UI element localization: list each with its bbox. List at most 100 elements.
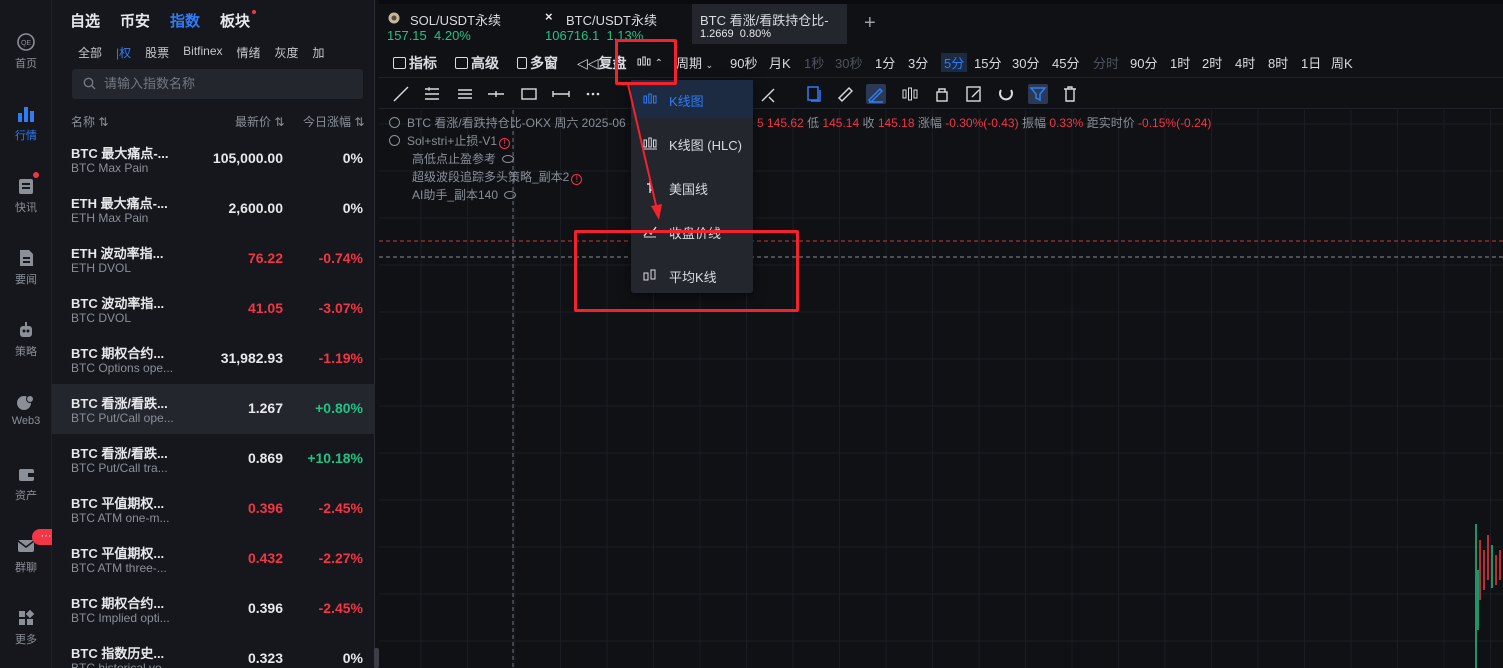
period-button[interactable]: 周期 ⌄	[676, 53, 713, 72]
trend-line-icon[interactable]	[391, 84, 411, 104]
subtab-sentiment[interactable]: 情绪	[237, 44, 261, 61]
sol-coin-icon	[388, 12, 400, 24]
subtab-bitfinex[interactable]: Bitfinex	[183, 44, 222, 61]
interval-button[interactable]: 1日	[1301, 53, 1321, 72]
nav-strategy[interactable]: 策略	[0, 320, 52, 359]
market-row[interactable]: BTC 看涨/看跌... BTC Put/Call ope... 1.267 +0.8…	[52, 384, 375, 434]
chart-tab-btc-putcall[interactable]: BTC 看涨/看跌持仓比- 1.2669 0.80%	[692, 4, 847, 44]
row-subtitle: BTC ATM three-...	[71, 561, 167, 575]
subtab-more[interactable]: 加	[313, 44, 325, 61]
market-row[interactable]: ETH 波动率指... ETH DVOL 76.22 -0.74%	[52, 234, 375, 284]
market-row[interactable]: BTC 平值期权... BTC ATM one-m... 0.396 -2.45%	[52, 484, 375, 534]
col-price-header[interactable]: 最新价 ⇅	[235, 113, 284, 130]
channel-icon[interactable]	[455, 84, 475, 104]
parallel-lines-icon[interactable]	[422, 84, 442, 104]
row-name: BTC 看涨/看跌...	[71, 446, 168, 461]
candle-settings-icon[interactable]	[900, 84, 920, 104]
subtab-options[interactable]: |权	[116, 44, 131, 61]
subtab-all[interactable]: 全部	[78, 44, 102, 61]
market-row[interactable]: BTC 期权合约... BTC Implied opti... 0.396 -2.45…	[52, 584, 375, 634]
interval-button[interactable]: 8时	[1268, 53, 1288, 72]
interval-button[interactable]: 1分	[875, 53, 895, 72]
interval-button[interactable]: 30秒	[835, 53, 862, 72]
market-row[interactable]: ETH 最大痛点-... ETH Max Pain 2,600.00 0%	[52, 184, 375, 234]
edit-icon[interactable]	[964, 84, 984, 104]
nav-home[interactable]: QE 首页	[0, 32, 52, 71]
period-label: 周期	[676, 56, 703, 71]
chart-tab-sol[interactable]: SOL/USDT永续 157.15 4.20%	[387, 4, 527, 44]
strategy-legend-3[interactable]: 超级波段追踪多头策略_副本2!	[412, 168, 583, 185]
nav-assets[interactable]: 资产	[0, 464, 52, 503]
more-tools-icon[interactable]	[583, 84, 603, 104]
row-subtitle: BTC Max Pain	[71, 161, 149, 175]
market-row[interactable]: BTC 波动率指... BTC DVOL 41.05 -3.07%	[52, 284, 375, 334]
nav-news-flash[interactable]: 快讯	[0, 176, 52, 215]
subtab-grayscale[interactable]: 灰度	[275, 44, 299, 61]
market-row[interactable]: BTC 平值期权... BTC ATM three-... 0.432 -2.27%	[52, 534, 375, 584]
app-window: QE 首页 行情 快讯 要闻 策略 Web3 资产 群聊 ··· 更多 自选 币…	[0, 0, 1503, 668]
interval-button[interactable]: 5分	[941, 53, 968, 72]
copy-drawing-icon[interactable]	[804, 84, 824, 104]
indicator-button[interactable]: 指标	[393, 53, 437, 73]
chart-panel: SOL/USDT永续 157.15 4.20% × BTC/USDT永续 106…	[379, 0, 1503, 668]
magnet-pen-icon[interactable]	[866, 84, 886, 104]
brush-off-icon[interactable]	[759, 84, 779, 104]
legend-dist: -0.15%(-0.24)	[1138, 116, 1212, 130]
interval-button[interactable]: 30分	[1012, 53, 1039, 72]
rewind-icon: ◁◁	[577, 55, 599, 71]
visibility-off-icon[interactable]	[502, 155, 515, 163]
collapse-icon[interactable]	[389, 135, 400, 146]
interval-button[interactable]: 3分	[908, 53, 928, 72]
measure-icon[interactable]	[551, 84, 571, 104]
filter-icon[interactable]	[1028, 84, 1048, 104]
tab-index[interactable]: 指数	[170, 10, 200, 32]
home-icon: QE	[17, 33, 35, 51]
interval-button[interactable]: 月K	[769, 53, 791, 72]
tab-sector[interactable]: 板块	[220, 10, 257, 32]
row-price: 76.22	[247, 250, 283, 266]
interval-button[interactable]: 分时	[1093, 53, 1119, 72]
rectangle-icon[interactable]	[519, 84, 539, 104]
interval-button[interactable]: 45分	[1052, 53, 1079, 72]
ruler-icon[interactable]	[835, 84, 855, 104]
trash-icon[interactable]	[1060, 84, 1080, 104]
lock-icon[interactable]	[932, 84, 952, 104]
market-row[interactable]: BTC 看涨/看跌... BTC Put/Call tra... 0.869 +10.…	[52, 434, 375, 484]
interval-button[interactable]: 1时	[1170, 53, 1190, 72]
search-input[interactable]: 请输入指数名称	[72, 69, 363, 99]
interval-button[interactable]: 4时	[1235, 53, 1255, 72]
advanced-button[interactable]: 高级	[455, 53, 499, 73]
interval-button[interactable]: 90分	[1130, 53, 1157, 72]
nav-headlines[interactable]: 要闻	[0, 248, 52, 287]
row-subtitle: BTC Implied opti...	[71, 611, 170, 625]
collapse-icon[interactable]	[389, 117, 400, 128]
chart-tab-btc-usdt[interactable]: × BTC/USDT永续 106716.1 1.13%	[545, 4, 685, 44]
interval-button[interactable]: 15分	[974, 53, 1001, 72]
interval-button[interactable]: 1秒	[804, 53, 824, 72]
nav-label: 资产	[15, 490, 37, 502]
subtab-stocks[interactable]: 股票	[145, 44, 169, 61]
interval-button[interactable]: 周K	[1331, 53, 1353, 72]
market-row[interactable]: BTC 指数历史... BTC historical vo... 0.323 0%	[52, 634, 375, 668]
strategy-legend-4[interactable]: AI助手_副本140	[412, 186, 517, 203]
nav-market[interactable]: 行情	[0, 104, 52, 143]
horizontal-ray-icon[interactable]	[486, 84, 506, 104]
multi-window-button[interactable]: 多窗	[517, 53, 558, 73]
col-change-header[interactable]: 今日涨幅 ⇅	[303, 113, 364, 130]
interval-button[interactable]: 2时	[1202, 53, 1222, 72]
strategy-legend-1[interactable]: Sol+stri+止损-V1!	[389, 132, 511, 149]
visibility-off-icon[interactable]	[504, 191, 517, 199]
market-row[interactable]: BTC 最大痛点-... BTC Max Pain 105,000.00 0%	[52, 134, 375, 184]
tab-binance[interactable]: 币安	[120, 10, 150, 32]
interval-button[interactable]: 90秒	[730, 53, 757, 72]
tab-watchlist[interactable]: 自选	[70, 10, 100, 32]
strategy-legend-2[interactable]: 高低点止盈参考	[412, 150, 515, 167]
magnet-icon[interactable]	[996, 84, 1016, 104]
nav-more[interactable]: 更多	[0, 608, 52, 647]
col-name-header[interactable]: 名称 ⇅	[71, 113, 108, 130]
add-tab-button[interactable]: +	[864, 12, 876, 35]
market-row[interactable]: BTC 期权合约... BTC Options ope... 31,982.93 -1…	[52, 334, 375, 384]
chart-canvas[interactable]	[379, 110, 1503, 668]
close-icon[interactable]: ×	[545, 9, 553, 24]
nav-web3[interactable]: Web3	[0, 392, 52, 427]
